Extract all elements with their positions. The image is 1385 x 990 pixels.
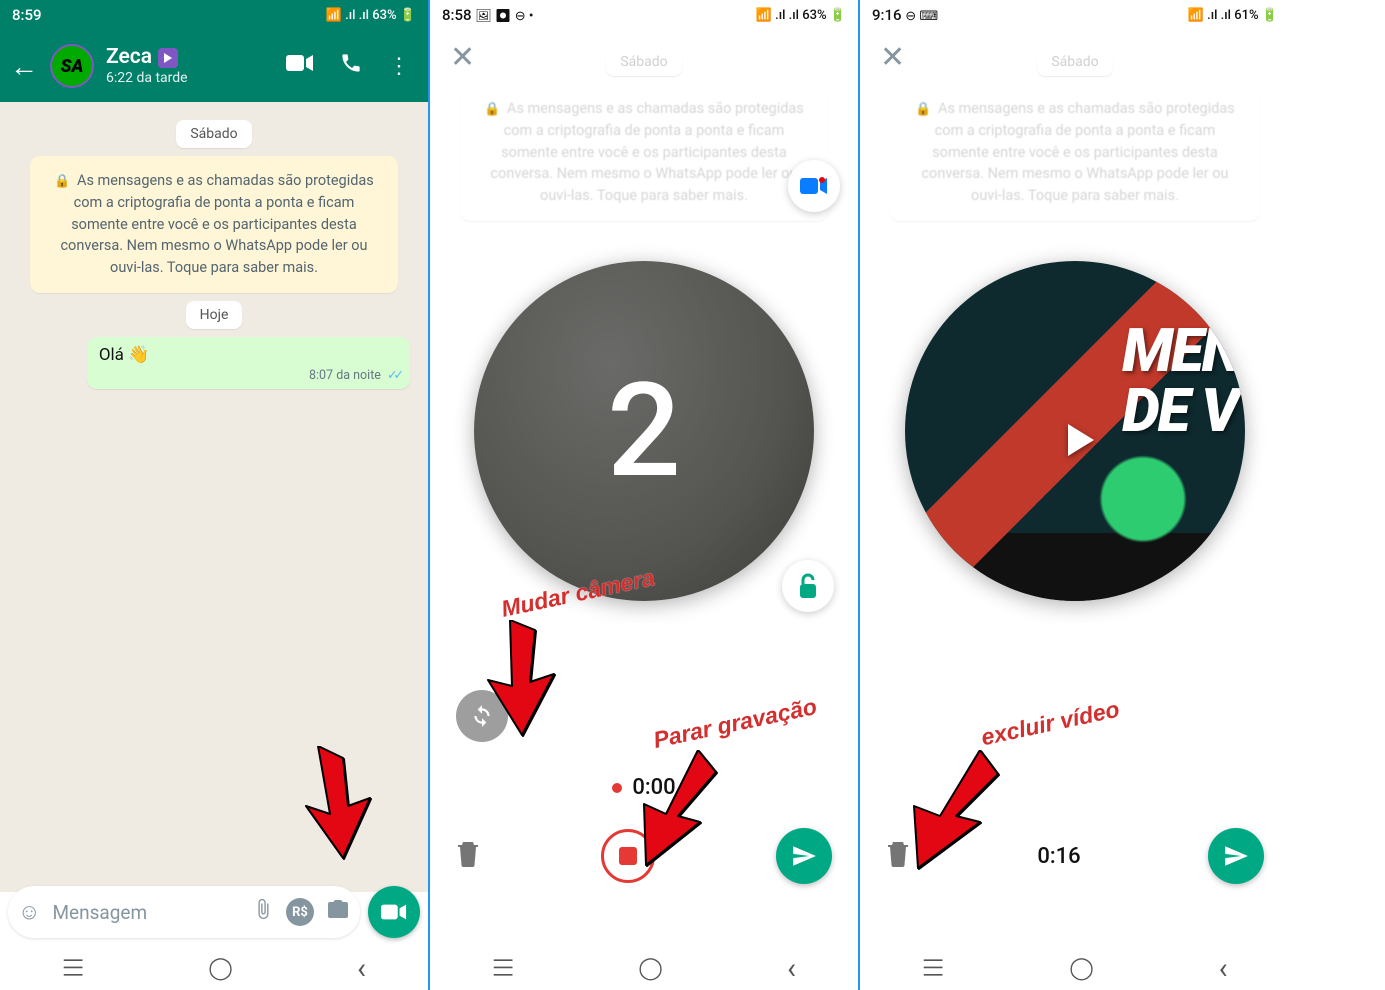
encryption-notice-faded: 🔒 As mensagens e as chamadas são protegi… [460,84,828,221]
contact-avatar[interactable]: SA [50,44,94,88]
annotation-stop-recording: Parar gravação [651,693,819,754]
send-button[interactable] [776,828,832,884]
play-badge-icon [158,48,178,68]
contact-last-seen: 6:22 da tarde [106,70,274,87]
status-bar: 8:58 🖼 ⏺ ⊖ • 📶 .ıl .ıl 63% 🔋 [430,0,858,30]
recording-overlay: Sábado 🔒 As mensagens e as chamadas são … [430,30,858,942]
date-separator-faded: Sábado [1037,48,1112,76]
delete-button[interactable] [456,839,480,874]
video-preview-circle[interactable]: MENS DE V [905,261,1245,601]
screen-2-recording-countdown: 8:58 🖼 ⏺ ⊖ • 📶 .ıl .ıl 63% 🔋 ✕ Sábado 🔒 … [430,0,860,990]
nav-home-icon[interactable]: ◯ [638,956,663,981]
message-time: 8:07 da noite [309,368,381,383]
send-button[interactable] [1208,828,1264,884]
status-indicators: 📶 .ıl .ıl 63% 🔋 [756,8,846,23]
camera-mode-button[interactable] [788,160,840,212]
message-input-container[interactable]: ☺ Mensagem R$ [8,886,360,938]
date-separator: Sábado [176,120,251,148]
system-nav-bar: ||| ◯ ‹ [430,946,858,990]
more-menu-icon[interactable]: ⋮ [388,54,410,79]
status-time: 8:58 [442,6,472,24]
lock-icon: 🔒 [915,102,931,117]
lock-recording-button[interactable] [782,560,834,612]
status-bar: 9:16 ⊖ ⌨ 📶 .ıl .ıl 61% 🔋 [860,0,1290,30]
annotation-delete-video: excluir vídeo [979,696,1122,752]
chat-header: ← SA Zeca 6:22 da tarde ⋮ [0,30,428,102]
screen-1-whatsapp-chat: 8:59 📶 .ıl .ıl 63% 🔋 ← SA Zeca 6:22 da t… [0,0,430,990]
nav-recents-icon[interactable]: ||| [921,957,946,979]
video-preview-circle: 2 [474,261,814,601]
attach-icon[interactable] [252,898,274,926]
system-nav-bar: ||| ◯ ‹ [0,946,428,990]
lock-icon: 🔒 [484,102,500,117]
nav-back-icon[interactable]: ‹ [787,951,796,986]
status-time: 9:16 [872,6,902,24]
play-icon[interactable] [1068,424,1094,456]
close-button[interactable]: ✕ [880,40,905,75]
nav-back-icon[interactable]: ‹ [357,951,366,986]
emoji-icon[interactable]: ☺ [18,899,40,925]
video-call-icon[interactable] [286,53,314,79]
voice-call-icon[interactable] [340,52,362,80]
status-indicators: 📶 .ıl .ıl 63% 🔋 [326,8,416,23]
nav-recents-icon[interactable]: ||| [61,957,86,979]
status-bar: 8:59 📶 .ıl .ıl 63% 🔋 [0,0,428,30]
status-left-icons: 🖼 ⏺ ⊖ • [475,9,533,24]
payment-icon[interactable]: R$ [286,898,314,926]
lock-icon: 🔒 [54,174,70,189]
status-indicators: 📶 .ıl .ıl 61% 🔋 [1188,8,1278,23]
close-button[interactable]: ✕ [450,40,475,75]
status-time: 8:59 [12,6,42,24]
encryption-notice[interactable]: 🔒 As mensagens e as chamadas são protegi… [30,156,398,293]
camera-icon[interactable] [326,897,350,927]
back-arrow-icon[interactable]: ← [10,50,38,83]
date-separator-faded: Sábado [606,48,681,76]
screen-3-recorded-preview: 9:16 ⊖ ⌨ 📶 .ıl .ıl 61% 🔋 ✕ Sábado 🔒 As m… [860,0,1290,990]
status-left-icons: ⊖ ⌨ [905,9,938,24]
read-ticks-icon: ✓✓ [387,368,400,383]
date-separator-today: Hoje [186,301,243,329]
outgoing-message[interactable]: Olá 👋 8:07 da noite ✓✓ [87,337,410,389]
nav-recents-icon[interactable]: ||| [491,957,516,979]
annotation-arrow-switch [480,620,570,744]
contact-info[interactable]: Zeca 6:22 da tarde [106,45,274,87]
video-message-fab[interactable] [368,886,420,938]
annotation-arrow-1 [288,746,398,870]
encryption-notice-faded: 🔒 As mensagens e as chamadas são protegi… [890,84,1260,221]
nav-back-icon[interactable]: ‹ [1219,951,1228,986]
nav-home-icon[interactable]: ◯ [208,956,233,981]
annotation-arrow-delete [900,750,1010,874]
compose-bar: ☺ Mensagem R$ [0,882,428,942]
message-input-placeholder: Mensagem [52,901,240,924]
annotation-arrow-stop [628,750,728,874]
recording-dot-icon [612,783,622,793]
video-overlay-text: MENS DE V [1122,321,1245,441]
video-duration: 0:16 [1037,844,1080,869]
system-nav-bar: ||| ◯ ‹ [860,946,1290,990]
message-text: Olá 👋 [99,345,400,365]
preview-overlay: Sábado 🔒 As mensagens e as chamadas são … [860,30,1290,942]
contact-name: Zeca [106,45,152,70]
nav-home-icon[interactable]: ◯ [1069,956,1094,981]
countdown-number: 2 [607,354,681,507]
